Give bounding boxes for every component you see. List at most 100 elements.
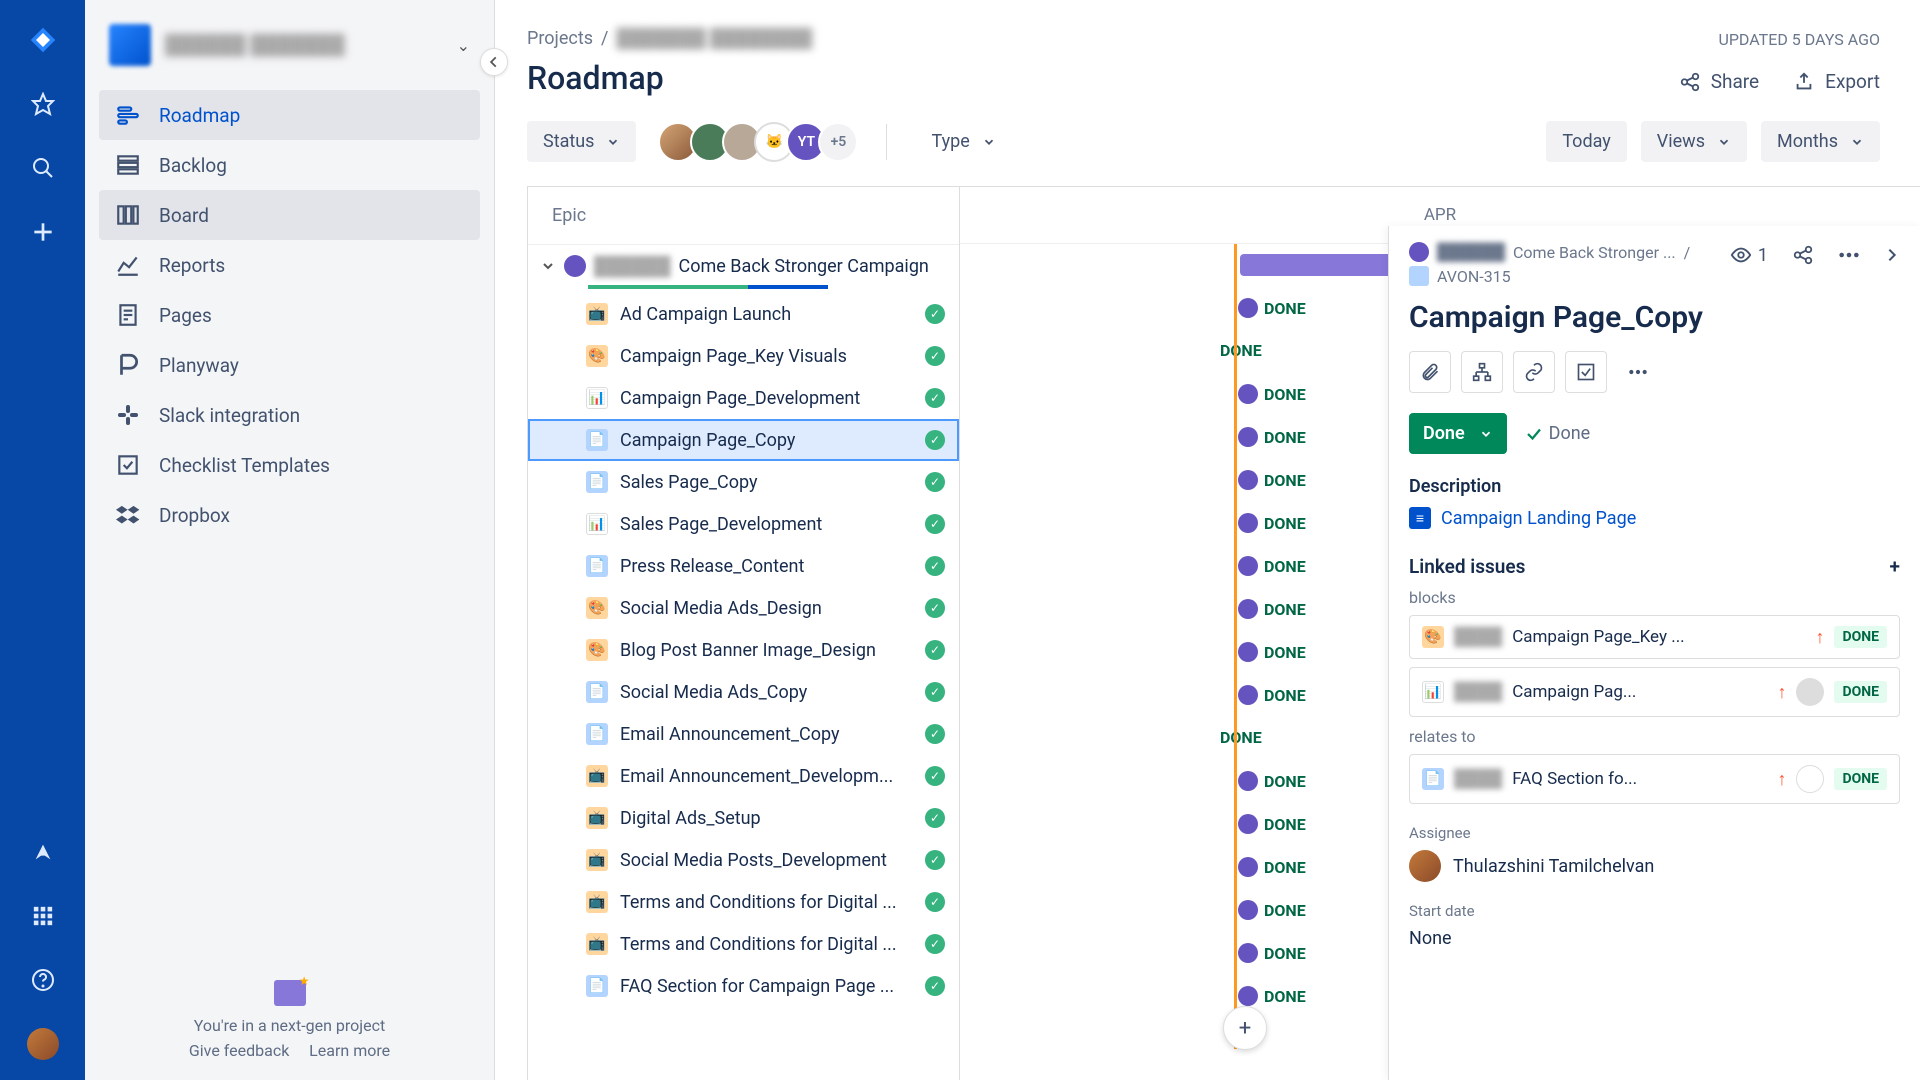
subtask-button[interactable] <box>1461 351 1503 393</box>
nav-label: Slack integration <box>159 404 300 427</box>
more-icon[interactable] <box>1838 252 1860 258</box>
epic-name: Social Media Ads_Copy <box>620 682 807 703</box>
check-icon: ✓ <box>925 430 945 450</box>
panel-breadcrumb-epic[interactable]: Come Back Stronger ... <box>1513 243 1676 262</box>
epic-row[interactable]: 📄Campaign Page_Copy✓ <box>528 419 959 461</box>
dropbox-icon <box>115 502 141 528</box>
nav-pages[interactable]: Pages <box>99 290 480 340</box>
epic-row[interactable]: 📺Terms and Conditions for Digital ...✓ <box>528 881 959 923</box>
epic-row[interactable]: 📺Ad Campaign Launch✓ <box>528 293 959 335</box>
epic-name: Ad Campaign Launch <box>620 304 791 325</box>
nav-board[interactable]: Board <box>99 190 480 240</box>
notification-icon[interactable] <box>27 836 59 868</box>
description-doc-link[interactable]: ≡Campaign Landing Page <box>1409 507 1900 529</box>
linked-issue-card[interactable]: 📊 ████ Campaign Pag... ↑ DONE <box>1409 667 1900 717</box>
user-avatar[interactable] <box>27 1028 59 1060</box>
nav-roadmap[interactable]: Roadmap <box>99 90 480 140</box>
epic-row[interactable]: 📄Social Media Ads_Copy✓ <box>528 671 959 713</box>
today-button[interactable]: Today <box>1546 121 1626 162</box>
type-filter[interactable]: Type <box>915 121 1011 162</box>
epic-row[interactable]: 📄Press Release_Content✓ <box>528 545 959 587</box>
epic-row[interactable]: 📺Social Media Posts_Development✓ <box>528 839 959 881</box>
link-button[interactable] <box>1513 351 1555 393</box>
epic-group[interactable]: ██████ Come Back Stronger Campaign <box>528 245 959 287</box>
issue-type-icon: 🎨 <box>586 597 608 619</box>
checkbox-button[interactable] <box>1565 351 1607 393</box>
views-dropdown[interactable]: Views <box>1641 121 1747 162</box>
timescale-dropdown[interactable]: Months <box>1761 121 1880 162</box>
epic-name: Terms and Conditions for Digital ... <box>620 892 897 913</box>
more-tools-button[interactable] <box>1617 351 1659 393</box>
breadcrumb-project[interactable]: ███████ ████████ <box>616 28 812 49</box>
epic-name: Email Announcement_Copy <box>620 724 840 745</box>
epic-column: Epic ██████ Come Back Stronger Campaign … <box>528 187 960 1080</box>
nav-dropbox[interactable]: Dropbox <box>99 490 480 540</box>
issue-type-icon: 📺 <box>586 765 608 787</box>
export-button[interactable]: Export <box>1793 70 1880 93</box>
project-caret-icon[interactable]: ⌄ <box>457 36 470 55</box>
epic-row[interactable]: 📄Email Announcement_Copy✓ <box>528 713 959 755</box>
assignee-avatar <box>1238 298 1258 318</box>
issue-type-icon: 📺 <box>586 849 608 871</box>
attach-button[interactable] <box>1409 351 1451 393</box>
start-date-field[interactable]: None <box>1409 928 1900 949</box>
status-filter[interactable]: Status <box>527 121 636 162</box>
epic-row[interactable]: 🎨Campaign Page_Key Visuals✓ <box>528 335 959 377</box>
epic-row[interactable]: 📺Digital Ads_Setup✓ <box>528 797 959 839</box>
avatar-more[interactable]: +5 <box>818 122 858 162</box>
today-marker <box>1234 244 1237 1049</box>
breadcrumb-projects[interactable]: Projects <box>527 28 593 49</box>
nav-checklist[interactable]: Checklist Templates <box>99 440 480 490</box>
issue-title[interactable]: Campaign Page_Copy <box>1409 300 1900 335</box>
nav-label: Board <box>159 204 209 227</box>
avatar-group[interactable]: 🐱 YT +5 <box>666 122 858 162</box>
linked-issue-card[interactable]: 🎨 ████ Campaign Page_Key ... ↑ DONE <box>1409 615 1900 659</box>
watch-button[interactable]: 1 <box>1730 244 1768 266</box>
issue-type-icon: 📄 <box>586 681 608 703</box>
nav-planyway[interactable]: Planyway <box>99 340 480 390</box>
check-icon: ✓ <box>925 556 945 576</box>
share-icon[interactable] <box>1792 244 1814 266</box>
epic-row[interactable]: 📊Sales Page_Development✓ <box>528 503 959 545</box>
learn-more-link[interactable]: Learn more <box>309 1041 390 1060</box>
issue-key[interactable]: AVON-315 <box>1437 267 1511 286</box>
epic-row[interactable]: 🎨Blog Post Banner Image_Design✓ <box>528 629 959 671</box>
check-icon: ✓ <box>925 598 945 618</box>
nav-backlog[interactable]: Backlog <box>99 140 480 190</box>
epic-row[interactable]: 📺Terms and Conditions for Digital ...✓ <box>528 923 959 965</box>
close-icon[interactable] <box>1884 244 1900 266</box>
add-epic-fab[interactable]: + <box>1223 1006 1267 1050</box>
epic-row[interactable]: 📊Campaign Page_Development✓ <box>528 377 959 419</box>
status-dropdown[interactable]: Done <box>1409 413 1507 454</box>
nav-label: Reports <box>159 254 225 277</box>
timeline-done-label: DONE <box>1238 470 1306 490</box>
add-link-button[interactable]: + <box>1890 555 1900 578</box>
star-icon[interactable] <box>27 88 59 120</box>
linked-issue-card[interactable]: 📄 ████ FAQ Section fo... ↑ DONE <box>1409 754 1900 804</box>
epic-row[interactable]: 🎨Social Media Ads_Design✓ <box>528 587 959 629</box>
assignee-avatar <box>1409 850 1441 882</box>
issue-type-icon: 📺 <box>586 933 608 955</box>
epic-row[interactable]: 📄Sales Page_Copy✓ <box>528 461 959 503</box>
assignee-avatar <box>1238 513 1258 533</box>
chevron-down-icon <box>540 258 556 274</box>
priority-icon: ↑ <box>1815 627 1824 648</box>
nav-reports[interactable]: Reports <box>99 240 480 290</box>
help-icon[interactable] <box>27 964 59 996</box>
plus-icon[interactable] <box>27 216 59 248</box>
jira-logo-icon[interactable] <box>27 24 59 56</box>
assignee-field[interactable]: Thulazshini Tamilchelvan <box>1409 850 1900 882</box>
link-group-relates: relates to <box>1409 727 1900 746</box>
share-button[interactable]: Share <box>1679 70 1759 93</box>
epic-row[interactable]: 📄FAQ Section for Campaign Page ...✓ <box>528 965 959 1007</box>
breadcrumb: Projects / ███████ ████████ <box>527 28 1920 49</box>
apps-icon[interactable] <box>27 900 59 932</box>
check-icon: ✓ <box>925 892 945 912</box>
issue-type-icon: 📄 <box>1422 768 1444 790</box>
search-icon[interactable] <box>27 152 59 184</box>
nav-slack[interactable]: Slack integration <box>99 390 480 440</box>
give-feedback-link[interactable]: Give feedback <box>189 1041 289 1060</box>
epic-row[interactable]: 📺Email Announcement_Developm...✓ <box>528 755 959 797</box>
epic-icon <box>1409 242 1429 262</box>
linked-issue-name: Campaign Pag... <box>1512 682 1767 702</box>
